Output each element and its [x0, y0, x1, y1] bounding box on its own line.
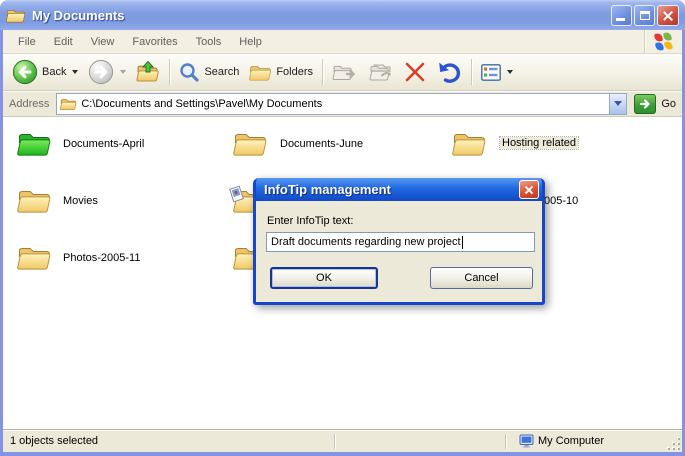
close-button[interactable]: [657, 5, 679, 26]
explorer-window: My Documents File Edit View Favorites To…: [0, 0, 685, 456]
infotip-dialog: InfoTip management Enter InfoTip text: D…: [253, 178, 545, 305]
folder-icon: [17, 186, 52, 215]
window-title: My Documents: [32, 8, 124, 23]
move-to-icon: [332, 61, 358, 83]
folder-item-photos-2005-11[interactable]: [17, 243, 52, 272]
back-icon: [12, 59, 38, 85]
menu-item-file[interactable]: File: [9, 32, 45, 52]
back-dropdown-icon[interactable]: [72, 70, 78, 74]
folder-label[interactable]: Documents-April: [63, 138, 144, 150]
dialog-close-button[interactable]: [519, 180, 539, 199]
undo-button[interactable]: [431, 56, 467, 88]
address-dropdown-button[interactable]: [609, 94, 626, 114]
address-input[interactable]: C:\Documents and Settings\Pavel\My Docum…: [56, 93, 627, 115]
menu-item-favorites[interactable]: Favorites: [123, 32, 186, 52]
folder-item-documents-april[interactable]: [17, 129, 52, 158]
toolbar: Back: [3, 54, 682, 91]
delete-button[interactable]: [399, 56, 431, 88]
delete-icon: [404, 62, 426, 82]
back-label: Back: [42, 66, 66, 78]
status-separator: [505, 434, 506, 449]
search-icon: [179, 62, 200, 83]
folder-view: Documents-April Movies Pho: [3, 117, 682, 429]
forward-dropdown-icon: [120, 70, 126, 74]
address-path: C:\Documents and Settings\Pavel\My Docum…: [81, 98, 322, 110]
status-bar: 1 objects selected My Computer: [3, 429, 682, 452]
toolbar-separator: [471, 59, 472, 85]
status-zone: My Computer: [519, 430, 604, 452]
maximize-button[interactable]: [634, 5, 655, 26]
windows-logo-panel: [644, 30, 682, 53]
dialog-title-bar[interactable]: InfoTip management: [256, 178, 542, 201]
folder-label-selected[interactable]: Hosting related: [500, 137, 578, 149]
chevron-down-icon: [614, 101, 622, 106]
go-arrow-icon: [638, 97, 652, 111]
status-location: My Computer: [538, 435, 604, 447]
folders-button[interactable]: Folders: [244, 56, 318, 88]
status-separator: [334, 434, 335, 449]
copy-to-button: [363, 56, 399, 88]
go-label[interactable]: Go: [661, 98, 676, 110]
menu-item-help[interactable]: Help: [230, 32, 271, 52]
minimize-icon: [616, 18, 625, 21]
folder-icon: [17, 243, 52, 272]
address-bar: Address C:\Documents and Settings\Pavel\…: [3, 91, 682, 117]
selection-status: 1 objects selected: [3, 435, 98, 447]
search-button[interactable]: Search: [174, 56, 244, 88]
infotip-text-value: Draft documents regarding new project: [271, 236, 461, 248]
resize-grip[interactable]: [667, 437, 680, 450]
infotip-prompt-label: Enter InfoTip text:: [267, 215, 353, 227]
back-button[interactable]: Back: [7, 56, 83, 88]
undo-icon: [436, 61, 462, 84]
close-icon: [662, 10, 674, 22]
views-button[interactable]: [476, 56, 518, 88]
search-label: Search: [204, 66, 239, 78]
forward-icon: [88, 59, 114, 85]
windows-logo-icon: [654, 32, 673, 51]
menu-item-view[interactable]: View: [82, 32, 124, 52]
folder-item-movies[interactable]: [17, 186, 52, 215]
go-button[interactable]: [634, 94, 656, 114]
my-computer-icon: [519, 434, 534, 448]
folder-label[interactable]: Photos-2005-11: [63, 252, 140, 264]
ok-button[interactable]: OK: [270, 267, 378, 289]
my-documents-folder-icon: [6, 7, 26, 24]
menu-item-edit[interactable]: Edit: [45, 32, 82, 52]
forward-button[interactable]: [83, 56, 131, 88]
menu-item-tools[interactable]: Tools: [187, 32, 231, 52]
folder-item-hosting-related[interactable]: [452, 129, 487, 158]
title-bar[interactable]: My Documents: [0, 0, 685, 30]
dialog-body: Enter InfoTip text: Draft documents rega…: [256, 201, 542, 299]
up-button[interactable]: [131, 56, 165, 88]
infotip-text-input[interactable]: Draft documents regarding new project: [266, 232, 535, 252]
up-folder-icon: [136, 60, 160, 84]
views-icon: [481, 64, 501, 81]
folders-icon: [249, 63, 272, 82]
folder-icon: [452, 129, 487, 158]
move-to-button: [327, 56, 363, 88]
folder-label[interactable]: Movies: [63, 195, 98, 207]
menu-bar: File Edit View Favorites Tools Help: [3, 30, 682, 54]
dialog-title: InfoTip management: [264, 182, 391, 197]
text-caret: [462, 236, 463, 249]
copy-to-icon: [368, 61, 394, 83]
toolbar-separator: [322, 59, 323, 85]
cancel-button[interactable]: Cancel: [430, 267, 533, 289]
address-folder-icon: [60, 97, 77, 111]
toolbar-separator: [169, 59, 170, 85]
folder-icon: [233, 129, 268, 158]
maximize-icon: [640, 11, 650, 20]
address-label: Address: [9, 98, 49, 110]
green-folder-icon: [17, 129, 52, 158]
views-dropdown-icon[interactable]: [507, 70, 513, 74]
folder-label[interactable]: Documents-June: [280, 138, 363, 150]
close-icon: [524, 185, 534, 195]
folders-label: Folders: [276, 66, 313, 78]
folder-item-documents-june[interactable]: [233, 129, 268, 158]
minimize-button[interactable]: [611, 5, 632, 26]
